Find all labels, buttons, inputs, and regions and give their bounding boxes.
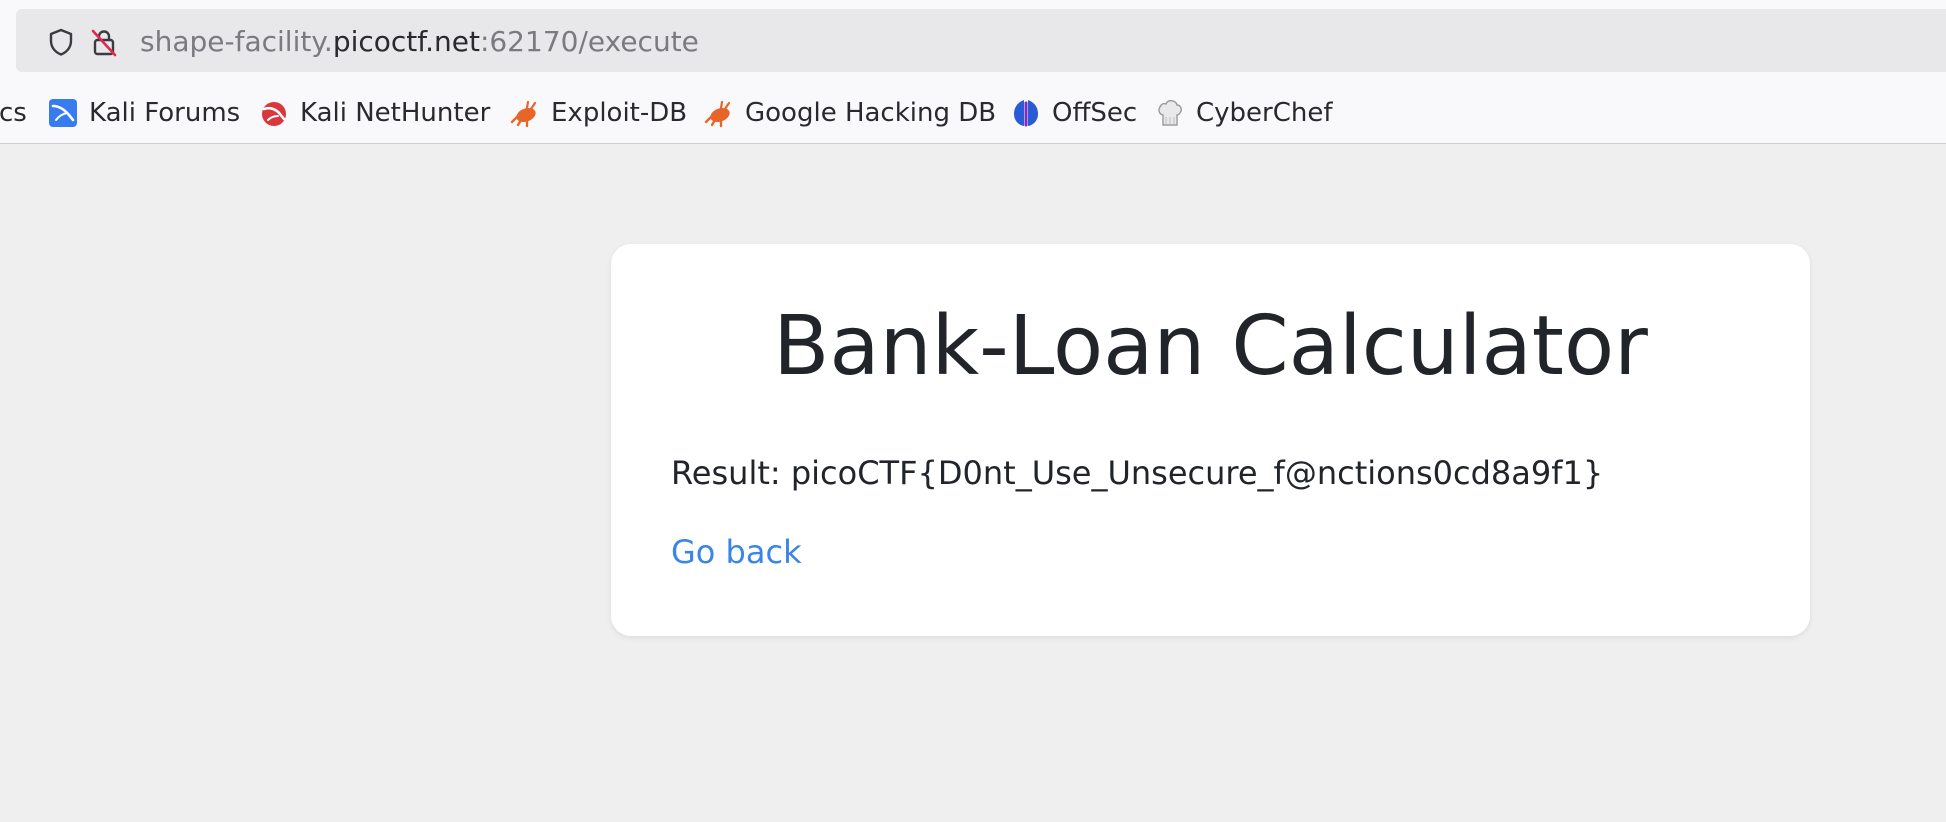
bookmark-cyberchef[interactable]: CyberChef (1154, 96, 1333, 130)
insecure-lock-icon[interactable] (89, 27, 119, 57)
ghdb-icon (704, 100, 731, 128)
exploit-db-icon (510, 100, 537, 128)
page-content: Bank-Loan Calculator Result: picoCTF{D0n… (0, 144, 1946, 822)
cyberchef-icon (1158, 99, 1182, 126)
bookmark-kali-forums[interactable]: Kali Forums (47, 96, 240, 130)
bookmarks-toolbar: cs Kali Forums Kali NetHunter Exploit-DB (0, 80, 1946, 144)
bookmark-partial[interactable]: cs (0, 96, 27, 130)
result-text: Result: picoCTF{D0nt_Use_Unsecure_f@ncti… (671, 457, 1603, 489)
bookmark-kali-nethunter[interactable]: Kali NetHunter (258, 96, 490, 130)
kali-forums-icon (49, 99, 77, 127)
bookmark-google-hacking-db[interactable]: Google Hacking DB (703, 96, 996, 130)
offsec-icon (1014, 100, 1038, 127)
result-value: picoCTF{D0nt_Use_Unsecure_f@nctions0cd8a… (790, 454, 1604, 492)
bookmark-offsec[interactable]: OffSec (1010, 96, 1137, 130)
bookmark-exploit-db[interactable]: Exploit-DB (509, 96, 687, 130)
go-back-link[interactable]: Go back (671, 536, 802, 568)
result-label: Result: (671, 454, 781, 492)
browser-toolbar: shape-facility.picoctf.net:62170/execute (0, 0, 1946, 80)
result-card: Bank-Loan Calculator Result: picoCTF{D0n… (611, 244, 1810, 636)
page-title: Bank-Loan Calculator (773, 299, 1648, 394)
url-text[interactable]: shape-facility.picoctf.net:62170/execute (140, 28, 699, 56)
kali-nethunter-icon (262, 102, 286, 126)
url-bar[interactable]: shape-facility.picoctf.net:62170/execute (16, 9, 1946, 72)
shield-icon[interactable] (46, 27, 76, 57)
